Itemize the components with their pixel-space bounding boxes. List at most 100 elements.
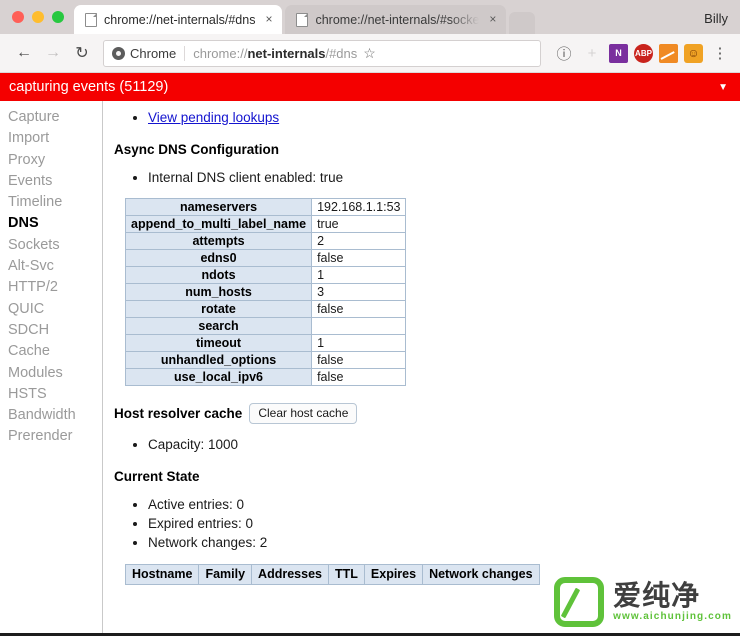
sidebar-item-import[interactable]: Import [8, 128, 102, 149]
list-item: Active entries: 0 [148, 495, 740, 514]
internal-dns-client-list: Internal DNS client enabled: true [148, 168, 740, 187]
config-value: false [311, 351, 407, 369]
config-key: timeout [124, 334, 313, 352]
close-window-button[interactable] [12, 11, 24, 23]
sidebar-item-sdch[interactable]: SDCH [8, 320, 102, 341]
sidebar-item-bandwidth[interactable]: Bandwidth [8, 405, 102, 426]
config-value: 1 [311, 334, 407, 352]
table-row: unhandled_options false [124, 351, 407, 369]
tab-sockets[interactable]: chrome://net-internals/#socke × [285, 5, 507, 34]
column-header-expires[interactable]: Expires [363, 564, 424, 585]
sidebar-item-sockets[interactable]: Sockets [8, 235, 102, 256]
site-identity-label: Chrome [130, 45, 177, 61]
bookmark-star-icon[interactable]: ☆ [357, 45, 376, 62]
table-row: num_hosts 3 [124, 283, 407, 301]
sidebar-item-cache[interactable]: Cache [8, 341, 102, 362]
config-key: attempts [124, 232, 313, 250]
tab-title: chrome://net-internals/#socke [315, 12, 480, 27]
tab-strip: chrome://net-internals/#dns × chrome://n… [0, 0, 740, 34]
config-key: edns0 [124, 249, 313, 267]
address-bar[interactable]: Chrome chrome://net-internals/#dns ☆ [103, 39, 541, 67]
close-icon[interactable]: × [262, 13, 275, 26]
capturing-events-label: capturing events (51129) [9, 79, 169, 95]
config-value: 192.168.1.1:53 [311, 198, 407, 216]
add-icon[interactable]: + [581, 42, 603, 64]
sidebar-item-dns[interactable]: DNS [8, 213, 102, 234]
config-value: false [311, 249, 407, 267]
config-value: 2 [311, 232, 407, 250]
config-key: search [124, 317, 313, 335]
extension-chart-icon[interactable] [659, 43, 678, 63]
config-key: rotate [124, 300, 313, 318]
clear-host-cache-button[interactable]: Clear host cache [249, 403, 358, 424]
capturing-events-banner[interactable]: capturing events (51129) ▼ [0, 73, 740, 101]
tab-title: chrome://net-internals/#dns [104, 12, 256, 27]
window-controls [8, 0, 74, 34]
async-dns-configuration-heading: Async DNS Configuration [114, 142, 280, 157]
extension-pumpkin-icon[interactable]: ☺ [684, 43, 703, 63]
close-icon[interactable]: × [486, 13, 499, 26]
host-resolver-cache-title: Host resolver cache [114, 406, 243, 421]
table-row: ndots 1 [124, 266, 407, 284]
table-row: use_local_ipv6 false [124, 368, 407, 386]
sidebar-item-modules[interactable]: Modules [8, 363, 102, 384]
sidebar-item-prerender[interactable]: Prerender [8, 426, 102, 447]
config-value [311, 317, 407, 335]
config-value: 3 [311, 283, 407, 301]
column-header-ttl[interactable]: TTL [327, 564, 365, 585]
config-key: use_local_ipv6 [124, 368, 313, 386]
table-row: nameservers 192.168.1.1:53 [124, 198, 407, 216]
sidebar-item-quic[interactable]: QUIC [8, 299, 102, 320]
sidebar-item-hsts[interactable]: HSTS [8, 384, 102, 405]
chevron-down-icon[interactable]: ▼ [718, 82, 728, 93]
sidebar-item-capture[interactable]: Capture [8, 107, 102, 128]
extension-onenote-icon[interactable]: N [609, 43, 628, 63]
zoom-window-button[interactable] [52, 11, 64, 23]
column-header-addresses[interactable]: Addresses [251, 564, 329, 585]
pending-lookups-list: View pending lookups [148, 108, 740, 127]
sidebar-item-http2[interactable]: HTTP/2 [8, 277, 102, 298]
page-body: Capture Import Proxy Events Timeline DNS… [0, 101, 740, 633]
list-item: Network changes: 2 [148, 533, 740, 552]
chrome-icon [112, 46, 125, 60]
browser-menu-icon[interactable]: ⋮ [709, 42, 731, 64]
table-row: attempts 2 [124, 232, 407, 250]
column-header-family[interactable]: Family [198, 564, 253, 585]
minimize-window-button[interactable] [32, 11, 44, 23]
sidebar-item-timeline[interactable]: Timeline [8, 192, 102, 213]
url-host: net-internals [247, 45, 326, 61]
config-key: num_hosts [124, 283, 313, 301]
url-suffix: /#dns [325, 45, 358, 61]
table-row: append_to_multi_label_name true [124, 215, 407, 233]
table-row: rotate false [124, 300, 407, 318]
column-header-hostname[interactable]: Hostname [124, 564, 200, 585]
sidebar-item-alt-svc[interactable]: Alt-Svc [8, 256, 102, 277]
sidebar-item-events[interactable]: Events [8, 171, 102, 192]
list-item: Internal DNS client enabled: true [148, 168, 740, 187]
host-resolver-cache-row: Host resolver cache Clear host cache [114, 403, 740, 424]
page-icon [296, 12, 309, 27]
list-item: Expired entries: 0 [148, 514, 740, 533]
config-value: true [311, 215, 407, 233]
view-pending-lookups-link[interactable]: View pending lookups [148, 110, 279, 125]
host-cache-table: Hostname Family Addresses TTL Expires Ne… [124, 564, 540, 585]
column-header-network-changes[interactable]: Network changes [422, 564, 540, 585]
tab-dns[interactable]: chrome://net-internals/#dns × [74, 5, 283, 34]
config-value: false [311, 368, 407, 386]
extension-adblock-icon[interactable]: ABP [634, 43, 653, 63]
current-state-heading: Current State [114, 469, 200, 484]
reload-icon[interactable]: ↻ [69, 40, 95, 66]
sidebar-item-proxy[interactable]: Proxy [8, 150, 102, 171]
back-icon[interactable]: ← [11, 40, 37, 66]
config-value: false [311, 300, 407, 318]
new-tab-button[interactable] [509, 12, 536, 34]
url-prefix: chrome:// [193, 45, 248, 61]
profile-name[interactable]: Billy [704, 11, 740, 34]
browser-window: chrome://net-internals/#dns × chrome://n… [0, 0, 740, 636]
config-value: 1 [311, 266, 407, 284]
page-info-icon[interactable]: ⓘ [553, 42, 575, 64]
list-item: View pending lookups [148, 108, 740, 127]
